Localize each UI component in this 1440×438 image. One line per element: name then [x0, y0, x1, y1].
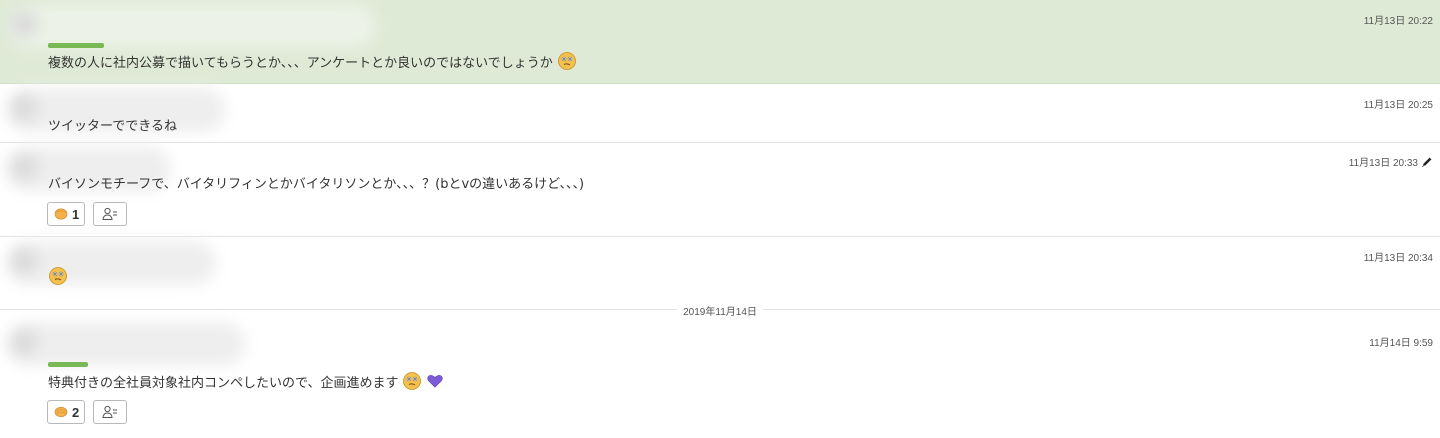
message-text: 複数の人に社内公募で描いてもらうとか、、、アンケートとか良いのではないでしょうか: [48, 51, 577, 71]
message-text: ツイッターでできるね: [48, 119, 177, 134]
message-timestamp: 11月13日 20:34: [1363, 253, 1433, 264]
sender-info-blurred: [6, 4, 376, 48]
reactions-bar: 2: [47, 400, 128, 424]
message-timestamp: 11月14日 9:59: [1369, 338, 1433, 349]
thinking-face-icon: [403, 372, 422, 390]
sender-badge: [48, 362, 88, 367]
user-list-icon: [102, 405, 118, 418]
message-text: [48, 266, 68, 286]
add-reaction-button[interactable]: [93, 202, 128, 226]
sender-badge: [48, 43, 104, 48]
reaction-clap-button[interactable]: 2: [47, 400, 86, 424]
message-item[interactable]: 11月14日 9:59 特典付きの全社員対象社内コンペしたいので、企画進めます …: [0, 310, 1440, 438]
message-text: バイソンモチーフで、バイタリフィンとかバイタリソンとか、、、？(bとvの違いある…: [48, 177, 585, 192]
sender-info-blurred: [6, 322, 246, 366]
user-list-icon: [102, 207, 118, 220]
clapping-hands-icon: [54, 208, 68, 220]
message-timestamp: 11月13日 20:25: [1363, 100, 1433, 111]
thinking-face-icon: [49, 267, 67, 285]
sender-info-blurred: [6, 241, 216, 285]
reaction-clap-button[interactable]: 1: [47, 202, 86, 226]
reactions-bar: 1: [47, 202, 128, 226]
clapping-hands-icon: [54, 406, 68, 418]
purple-heart-icon: [427, 375, 444, 388]
avatar: [10, 247, 38, 275]
message-text: 特典付きの全社員対象社内コンペしたいので、企画進めます: [48, 371, 444, 391]
reaction-count: 2: [72, 404, 80, 420]
message-timestamp: 11月13日 20:33: [1349, 154, 1433, 169]
avatar: [10, 328, 38, 356]
thinking-face-icon: [557, 52, 576, 70]
avatar: [10, 153, 38, 181]
add-reaction-button[interactable]: [93, 400, 128, 424]
message-timestamp: 11月13日 20:22: [1363, 16, 1433, 27]
message-item[interactable]: 11月13日 20:33 バイソンモチーフで、バイタリフィンとかバイタリソンとか…: [0, 143, 1440, 237]
avatar: [10, 94, 38, 122]
reaction-count: 1: [72, 206, 80, 222]
message-item[interactable]: 11月13日 20:25 ツイッターでできるね: [0, 84, 1440, 143]
message-item[interactable]: 11月13日 20:34: [0, 237, 1440, 310]
pencil-icon: [1422, 157, 1432, 167]
avatar: [10, 10, 38, 38]
message-item[interactable]: 11月13日 20:22 複数の人に社内公募で描いてもらうとか、、、アンケートと…: [0, 0, 1440, 84]
